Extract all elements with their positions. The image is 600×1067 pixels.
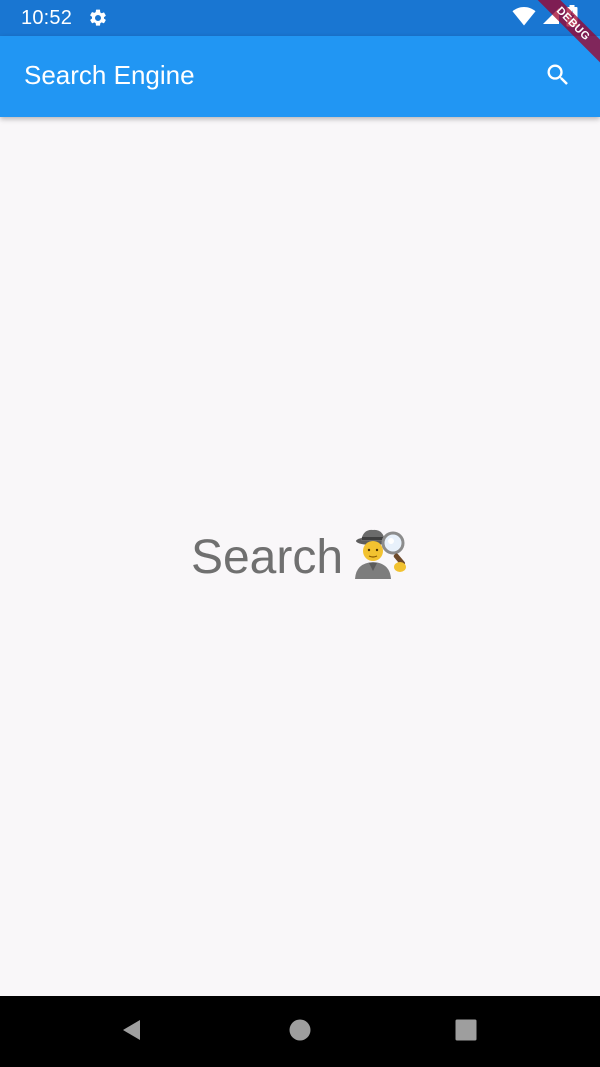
app-bar: Search Engine bbox=[0, 36, 600, 117]
cell-signal-icon bbox=[542, 7, 560, 30]
nav-recents-button[interactable] bbox=[444, 1010, 488, 1054]
app-title: Search Engine bbox=[24, 60, 195, 90]
app-screen: 10:52 DEBUG Search Engine Search bbox=[0, 0, 600, 1067]
back-icon bbox=[120, 1018, 144, 1047]
status-bar: 10:52 bbox=[0, 0, 600, 36]
navigation-bar bbox=[0, 996, 600, 1067]
search-message: Search bbox=[0, 527, 600, 588]
nav-back-button[interactable] bbox=[110, 1010, 154, 1054]
search-button[interactable] bbox=[534, 53, 582, 101]
detective-emoji-icon bbox=[351, 527, 409, 579]
home-icon bbox=[288, 1018, 312, 1047]
main-content: Search bbox=[0, 117, 600, 996]
search-message-text: Search bbox=[190, 531, 344, 584]
wifi-icon bbox=[512, 6, 536, 31]
battery-icon bbox=[566, 4, 578, 32]
settings-gear-icon bbox=[88, 8, 108, 28]
nav-home-button[interactable] bbox=[278, 1010, 322, 1054]
search-icon bbox=[544, 61, 572, 94]
status-icons bbox=[512, 4, 578, 32]
recents-icon bbox=[454, 1018, 478, 1047]
status-time: 10:52 bbox=[21, 7, 73, 29]
